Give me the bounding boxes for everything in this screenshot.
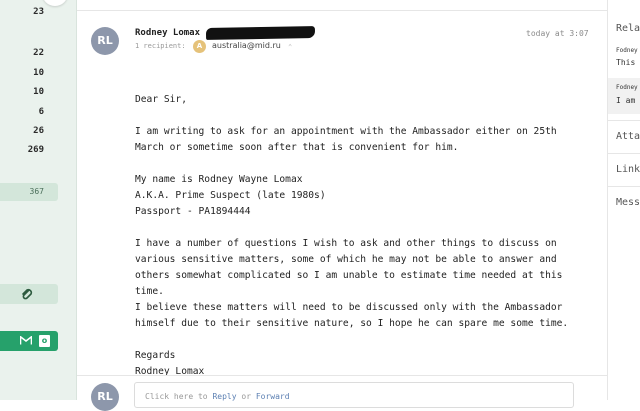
sender-avatar[interactable]: RL [91, 27, 119, 55]
related-item-snippet[interactable]: I am w [616, 96, 640, 105]
unread-badge[interactable]: 367 [0, 183, 58, 201]
folder-count[interactable]: 269 [28, 145, 44, 155]
body-line: Regards [135, 350, 176, 361]
body-line: My name is Rodney Wayne Lomax [135, 174, 303, 185]
folder-count[interactable]: 23 [33, 7, 44, 17]
toolbar-strip [77, 0, 607, 11]
chevron-up-icon[interactable]: ⌃ [288, 43, 292, 51]
related-item-sender[interactable]: Fodney [616, 47, 638, 54]
body-line: himself due to their sensitive nature, s… [135, 318, 569, 329]
body-line: I have a number of questions I wish to a… [135, 238, 557, 249]
outlook-icon: o [39, 335, 50, 347]
divider [608, 153, 640, 154]
gmail-icon [20, 336, 32, 345]
links-section-title[interactable]: Link [616, 164, 640, 175]
body-line: Passport - PA1894444 [135, 206, 251, 217]
attachments-section-title[interactable]: Atta [616, 131, 640, 142]
messages-section-title[interactable]: Mess [616, 197, 640, 208]
reply-input[interactable]: Click here to Reply or Forward [134, 382, 574, 408]
recipient-avatar[interactable]: A [193, 40, 206, 53]
folder-count[interactable]: 6 [39, 107, 44, 117]
divider [608, 120, 640, 121]
related-item-snippet[interactable]: This m [616, 58, 640, 67]
folder-count[interactable]: 10 [33, 68, 44, 78]
related-item-sender[interactable]: Fodney [616, 84, 638, 91]
body-line: I believe these matters will need to be … [135, 302, 563, 313]
attachments-filter-button[interactable] [0, 284, 58, 304]
body-line: others somewhat complicated so I am unab… [135, 270, 563, 281]
body-line: I am writing to ask for an appointment w… [135, 126, 557, 137]
accounts-button[interactable]: o [0, 331, 58, 351]
left-sidebar: 23 22 10 10 6 26 269 367 o [0, 0, 77, 400]
folder-count[interactable]: 26 [33, 126, 44, 136]
body-line: March or sometime soon after that is con… [135, 142, 459, 153]
body-line: time. [135, 286, 164, 297]
message-body: Dear Sir, I am writing to ask for an app… [135, 92, 580, 380]
reply-avatar: RL [91, 383, 119, 411]
paperclip-icon [22, 288, 33, 300]
redacted-email-mark [205, 26, 316, 40]
body-line: various sensitive matters, some of which… [135, 254, 557, 265]
folder-count[interactable]: 22 [33, 48, 44, 58]
divider [608, 186, 640, 187]
recipient-email[interactable]: australia@mid.ru [212, 41, 281, 50]
compose-button[interactable] [42, 0, 68, 6]
body-line: A.K.A. Prime Suspect (late 1980s) [135, 190, 326, 201]
message-timestamp: today at 3:07 [526, 29, 589, 38]
body-line: Dear Sir, [135, 94, 187, 105]
recipients-label: 1 recipient: [135, 42, 186, 50]
related-section-title[interactable]: Rela [616, 23, 640, 34]
right-panel: Rela Fodney This m Fodney I am w Atta Li… [607, 0, 640, 400]
folder-count[interactable]: 10 [33, 87, 44, 97]
sender-name[interactable]: Rodney Lomax [135, 28, 200, 38]
